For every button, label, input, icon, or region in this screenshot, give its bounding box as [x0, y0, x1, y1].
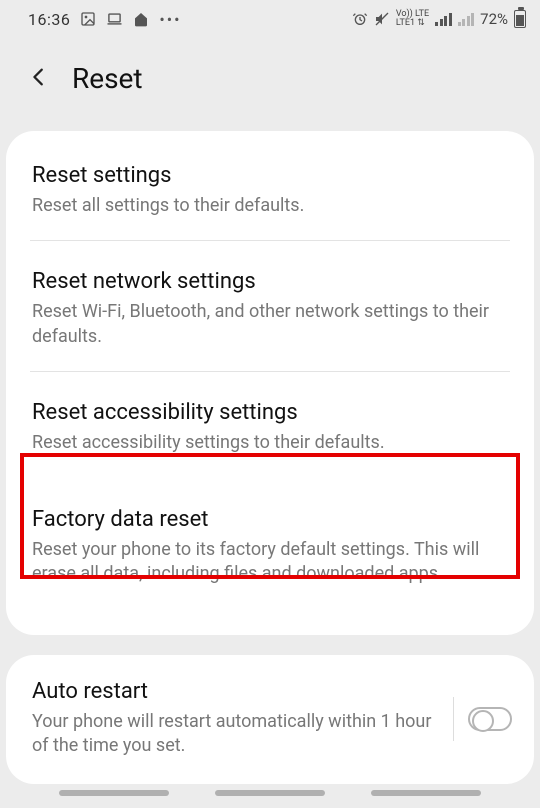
home-icon — [133, 11, 149, 27]
reset-accessibility-settings-row[interactable]: Reset accessibility settings Reset acces… — [6, 392, 534, 477]
row-desc: Your phone will restart automatically wi… — [32, 710, 439, 759]
signal-2-icon — [458, 12, 475, 26]
row-title: Auto restart — [32, 679, 439, 704]
divider — [30, 371, 510, 372]
reset-settings-row[interactable]: Reset settings Reset all settings to the… — [6, 155, 534, 240]
row-desc: Reset your phone to its factory default … — [32, 538, 508, 587]
battery-icon — [514, 10, 526, 28]
row-desc: Reset Wi-Fi, Bluetooth, and other networ… — [32, 300, 508, 349]
page-header: Reset — [0, 38, 540, 131]
row-title: Reset network settings — [32, 269, 508, 294]
row-desc: Reset all settings to their defaults. — [32, 194, 508, 218]
system-nav-bar — [0, 790, 540, 796]
nav-recent[interactable] — [59, 790, 169, 796]
laptop-icon — [106, 12, 123, 26]
more-icon: ••• — [159, 10, 181, 29]
battery-pct: 72% — [480, 10, 508, 28]
status-bar: 16:36 ••• Vo)) LTELTE1 ⇅ 72% — [0, 0, 540, 38]
separator — [453, 697, 454, 741]
row-desc: Reset accessibility settings to their de… — [32, 431, 508, 455]
nav-home[interactable] — [215, 790, 325, 796]
network-label: Vo)) LTELTE1 ⇅ — [396, 10, 429, 28]
image-icon — [80, 11, 96, 27]
row-title: Factory data reset — [32, 507, 508, 532]
page-title: Reset — [72, 62, 143, 95]
back-button[interactable] — [28, 66, 50, 92]
reset-network-settings-row[interactable]: Reset network settings Reset Wi-Fi, Blue… — [6, 261, 534, 371]
nav-back[interactable] — [371, 790, 481, 796]
mute-icon — [374, 11, 390, 27]
row-title: Reset settings — [32, 163, 508, 188]
signal-icon — [435, 12, 452, 26]
alarm-icon — [352, 11, 368, 27]
reset-options-card: Reset settings Reset all settings to the… — [6, 131, 534, 635]
auto-restart-toggle[interactable] — [468, 707, 512, 731]
clock: 16:36 — [28, 10, 70, 29]
row-title: Reset accessibility settings — [32, 400, 508, 425]
factory-data-reset-row[interactable]: Factory data reset Reset your phone to i… — [6, 477, 534, 617]
auto-restart-row[interactable]: Auto restart Your phone will restart aut… — [32, 679, 439, 759]
auto-restart-card: Auto restart Your phone will restart aut… — [6, 655, 534, 785]
divider — [30, 240, 510, 241]
